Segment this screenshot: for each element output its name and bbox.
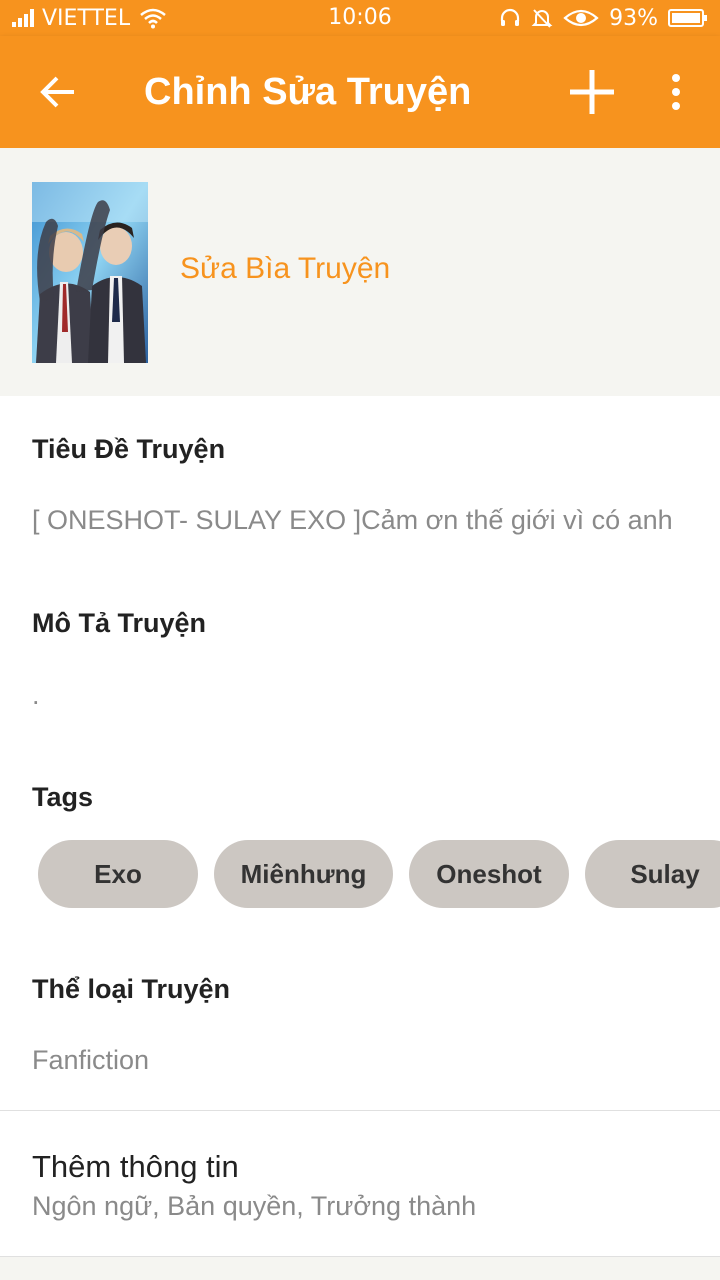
genre-field[interactable]: Fanfiction	[32, 1045, 149, 1076]
more-info-subtitle: Ngôn ngữ, Bản quyền, Trưởng thành	[32, 1191, 477, 1221]
battery-icon	[668, 8, 708, 28]
eye-icon	[563, 7, 599, 29]
genre-label: Thể loại Truyện	[32, 974, 231, 1004]
tags-list: Exo Miênhưng Oneshot Sulay	[38, 840, 720, 908]
back-button[interactable]	[28, 62, 88, 122]
story-title-field[interactable]: [ ONESHOT- SULAY EXO ]Cảm ơn thế giới vì…	[32, 505, 673, 536]
more-info-row[interactable]: Thêm thông tin Ngôn ngữ, Bản quyền, Trưở…	[0, 1111, 720, 1256]
back-arrow-icon	[40, 76, 76, 108]
status-right: 93%	[499, 0, 708, 36]
bell-off-icon	[531, 7, 553, 29]
more-vert-icon	[670, 74, 682, 110]
story-title-label: Tiêu Đề Truyện	[32, 434, 226, 464]
status-bar: VIETTEL 10:06 93%	[0, 0, 720, 36]
story-description-label: Mô Tả Truyện	[32, 608, 207, 638]
story-description-field[interactable]: .	[32, 680, 40, 711]
cover-image[interactable]	[32, 182, 148, 363]
app-bar: Chỉnh Sửa Truyện	[0, 36, 720, 148]
cover-section: Sửa Bìa Truyện	[0, 148, 720, 396]
battery-percent: 93%	[609, 5, 658, 31]
story-details-panel: Tiêu Đề Truyện [ ONESHOT- SULAY EXO ]Cảm…	[0, 396, 720, 1256]
add-part-button[interactable]	[562, 62, 622, 122]
bottom-strip	[0, 1256, 720, 1280]
more-info-title: Thêm thông tin	[32, 1149, 239, 1184]
more-options-button[interactable]	[650, 62, 702, 122]
page-title: Chỉnh Sửa Truyện	[144, 71, 472, 113]
tags-label: Tags	[32, 782, 94, 812]
tag-chip[interactable]: Oneshot	[409, 840, 569, 908]
tag-chip[interactable]: Sulay	[585, 840, 720, 908]
headset-icon	[499, 7, 521, 29]
edit-cover-button[interactable]: Sửa Bìa Truyện	[180, 252, 390, 286]
tag-chip[interactable]: Miênhưng	[214, 840, 393, 908]
tag-chip[interactable]: Exo	[38, 840, 198, 908]
plus-icon	[568, 68, 616, 116]
